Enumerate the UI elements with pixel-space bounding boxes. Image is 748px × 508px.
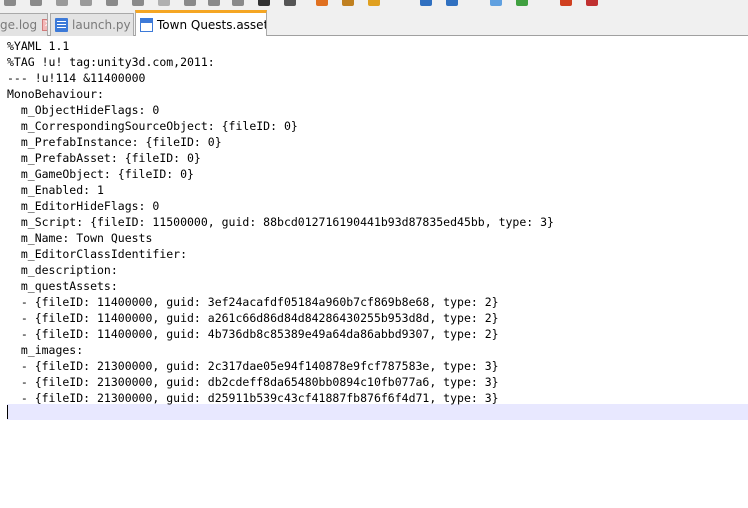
code-line: m_images:	[7, 343, 84, 357]
code-line: --- !u!114 &11400000	[7, 71, 146, 85]
file-icon	[140, 18, 153, 32]
code-line: %YAML 1.1	[7, 39, 70, 53]
code-line: - {fileID: 21300000, guid: db2cdeff8da65…	[7, 375, 499, 389]
code-line: m_description:	[7, 263, 118, 277]
sync-icon[interactable]	[420, 0, 432, 6]
print-icon[interactable]	[132, 0, 144, 6]
tab-bar: ge.log ✕ launch.py ✕ Town Quests.asset ✕	[0, 8, 748, 37]
tab-town-quests-asset[interactable]: Town Quests.asset ✕	[135, 10, 267, 37]
cut-icon[interactable]	[158, 0, 170, 6]
code-line: - {fileID: 21300000, guid: d25911b539c43…	[7, 391, 499, 405]
macro-icon[interactable]	[560, 0, 572, 6]
tab-ge-log[interactable]: ge.log ✕	[0, 13, 48, 36]
code-line: m_Script: {fileID: 11500000, guid: 88bcd…	[7, 215, 554, 229]
save-all-icon[interactable]	[80, 0, 92, 6]
code-line: MonoBehaviour:	[7, 87, 104, 101]
code-line: - {fileID: 11400000, guid: a261c66d86d84…	[7, 311, 499, 325]
code-line: m_ObjectHideFlags: 0	[7, 103, 160, 117]
current-line-highlight	[7, 404, 748, 420]
code-line: - {fileID: 21300000, guid: 2c317dae05e94…	[7, 359, 499, 373]
replace-icon[interactable]	[316, 0, 328, 6]
code-line: - {fileID: 11400000, guid: 4b736db8c8538…	[7, 327, 499, 341]
code-line: m_Name: Town Quests	[7, 231, 153, 245]
tab-launch-py[interactable]: launch.py ✕	[50, 13, 134, 36]
toolbar	[0, 0, 748, 8]
code-line: m_CorrespondingSourceObject: {fileID: 0}	[7, 119, 298, 133]
zoom-out-icon[interactable]	[368, 0, 380, 6]
code-line: %TAG !u! tag:unity3d.com,2011:	[7, 55, 215, 69]
tab-label: launch.py	[72, 18, 131, 32]
code-line: m_questAssets:	[7, 279, 118, 293]
text-editor[interactable]: %YAML 1.1 %TAG !u! tag:unity3d.com,2011:…	[0, 36, 748, 508]
language-icon[interactable]	[516, 0, 528, 6]
undo-icon[interactable]	[232, 0, 244, 6]
indent-guide-icon[interactable]	[490, 0, 502, 6]
code-line: m_PrefabInstance: {fileID: 0}	[7, 135, 222, 149]
code-line: m_EditorClassIdentifier:	[7, 247, 188, 261]
close-icon[interactable]	[106, 0, 118, 6]
code-line: m_GameObject: {fileID: 0}	[7, 167, 194, 181]
open-icon[interactable]	[30, 0, 42, 6]
zoom-in-icon[interactable]	[342, 0, 354, 6]
wrap-icon[interactable]	[446, 0, 458, 6]
code-lines: %YAML 1.1 %TAG !u! tag:unity3d.com,2011:…	[0, 38, 748, 406]
close-tab-icon[interactable]: ✕	[42, 19, 47, 31]
save-icon[interactable]	[56, 0, 68, 6]
file-icon	[55, 18, 68, 32]
record-icon[interactable]	[586, 0, 598, 6]
new-icon[interactable]	[4, 0, 16, 6]
copy-icon[interactable]	[184, 0, 196, 6]
find-icon[interactable]	[284, 0, 296, 6]
redo-icon[interactable]	[258, 0, 270, 6]
code-line: m_PrefabAsset: {fileID: 0}	[7, 151, 201, 165]
tab-label: Town Quests.asset	[157, 18, 267, 32]
tab-label: ge.log	[0, 18, 38, 32]
code-line: - {fileID: 11400000, guid: 3ef24acafdf05…	[7, 295, 499, 309]
code-line: m_EditorHideFlags: 0	[7, 199, 160, 213]
paste-icon[interactable]	[208, 0, 220, 6]
text-caret	[7, 405, 8, 419]
code-line: m_Enabled: 1	[7, 183, 104, 197]
